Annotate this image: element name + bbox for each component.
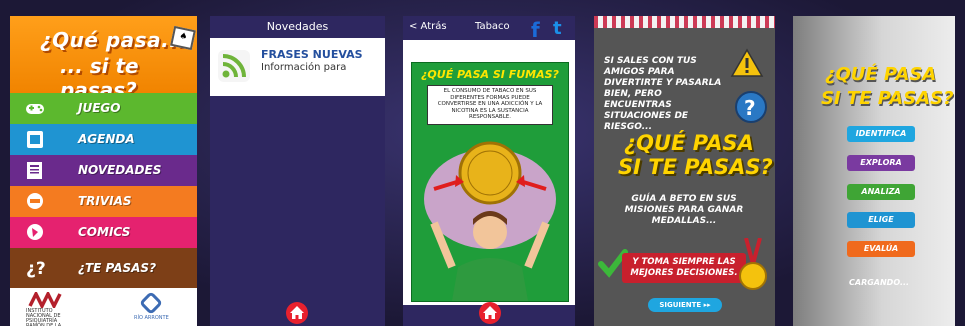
menu-label-juego: JUEGO xyxy=(78,101,121,115)
menu-label-novedades: NOVEDADES xyxy=(78,163,162,177)
facebook-icon[interactable]: f xyxy=(531,18,540,42)
menu-item-comics[interactable]: COMICS xyxy=(10,217,197,248)
app-header: ¿Qué pasa... ... si te pasas? ♠ xyxy=(10,16,197,102)
rss-icon xyxy=(218,50,250,82)
home-button[interactable] xyxy=(479,302,501,324)
institution-logo xyxy=(28,292,62,308)
menu-item-novedades[interactable]: NOVEDADES xyxy=(10,155,197,186)
next-button[interactable]: SIGUIENTE ▸▸ xyxy=(648,298,722,312)
game-title-line2: SI TE PASAS? xyxy=(618,155,773,179)
partner-name: RÍO ARRONTE xyxy=(134,315,169,321)
home-icon xyxy=(290,306,304,319)
menu-item-juego[interactable]: JUEGO xyxy=(10,93,197,124)
loading-title-line2: SI TE PASAS? xyxy=(821,88,954,109)
step-elige: ELIGE xyxy=(847,212,915,228)
menu-item-te-pasas[interactable]: ¿? ¿TE PASAS? xyxy=(10,248,197,288)
screen-header-novedades: Novedades xyxy=(210,16,385,38)
back-button[interactable]: < Atrás xyxy=(409,21,447,32)
mission-text: GUÍA A BETO EN SUS MISIONES PARA GANAR M… xyxy=(624,194,744,226)
screen-novedades: Novedades FRASES NUEVAS Información para xyxy=(210,16,385,326)
item-title: FRASES NUEVAS xyxy=(261,48,363,61)
question-icon: ¿? xyxy=(26,259,46,278)
menu-label-agenda: AGENDA xyxy=(78,132,135,146)
warning-icon xyxy=(730,48,764,77)
home-icon xyxy=(483,306,497,319)
menu-label-comics: COMICS xyxy=(78,225,131,239)
step-explora: EXPLORA xyxy=(847,155,915,171)
notebook-spiral xyxy=(594,16,775,28)
news-icon xyxy=(27,162,42,179)
decision-ribbon: Y TOMA SIEMPRE LAS MEJORES DECISIONES. xyxy=(622,253,746,283)
screen-loading: ¿QUÉ PASA SI TE PASAS? IDENTIFICA EXPLOR… xyxy=(793,16,955,326)
step-evalua: EVALÚA xyxy=(847,241,915,257)
loading-title-line1: ¿QUÉ PASA xyxy=(825,64,937,85)
step-identifica: IDENTIFICA xyxy=(847,126,915,142)
screen-tabaco: < Atrás Tabaco f t ¿QUÉ PASA SI FUMAS? E… xyxy=(403,16,575,326)
list-item[interactable]: FRASES NUEVAS Información para xyxy=(210,38,385,96)
top-bar: < Atrás Tabaco f t xyxy=(403,16,575,42)
menu-item-trivias[interactable]: TRIVIAS xyxy=(10,186,197,217)
twitter-icon[interactable]: t xyxy=(553,18,571,39)
screen-main-menu: ¿Qué pasa... ... si te pasas? ♠ JUEGO AG… xyxy=(10,16,197,326)
menu-item-agenda[interactable]: AGENDA xyxy=(10,124,197,155)
item-subtitle: Información para xyxy=(261,62,347,73)
step-analiza: ANALIZA xyxy=(847,184,915,200)
institution-name: INSTITUTO NACIONAL DE PSIQUIATRÍA RAMÓN … xyxy=(26,308,62,326)
screen-game-intro: SI SALES CON TUS AMIGOS PARA DIVERTIRTE … xyxy=(594,16,775,326)
help-icon: ? xyxy=(735,91,767,123)
trivia-icon xyxy=(27,193,43,209)
menu-label-trivias: TRIVIAS xyxy=(78,194,132,208)
loading-text: CARGANDO... xyxy=(849,278,910,287)
category-title: Tabaco xyxy=(475,21,510,32)
game-title-line1: ¿QUÉ PASA xyxy=(624,131,754,155)
intro-text: SI SALES CON TUS AMIGOS PARA DIVERTIRTE … xyxy=(604,56,722,132)
comic-title: ¿QUÉ PASA SI FUMAS? xyxy=(421,68,559,81)
menu-label-te-pasas: ¿TE PASAS? xyxy=(78,261,157,275)
sponsors-footer: INSTITUTO NACIONAL DE PSIQUIATRÍA RAMÓN … xyxy=(10,288,197,326)
gamepad-icon xyxy=(26,104,44,114)
card-icon: ♠ xyxy=(170,25,196,51)
comic-icon xyxy=(27,224,43,240)
partner-logo xyxy=(140,292,162,314)
comic-panel: ¿QUÉ PASA SI FUMAS? EL CONSUMO DE TABACO… xyxy=(411,62,569,302)
comic-illustration xyxy=(424,141,556,301)
agenda-icon xyxy=(27,131,43,148)
svg-text:?: ? xyxy=(744,96,756,120)
home-button[interactable] xyxy=(286,302,308,324)
comic-caption: EL CONSUMO DE TABACO EN SUS DIFERENTES F… xyxy=(427,85,553,125)
app-title-line1: ¿Qué pasa... xyxy=(40,28,186,52)
svg-text:¿?: ¿? xyxy=(26,259,46,278)
medal-icon xyxy=(739,238,767,290)
